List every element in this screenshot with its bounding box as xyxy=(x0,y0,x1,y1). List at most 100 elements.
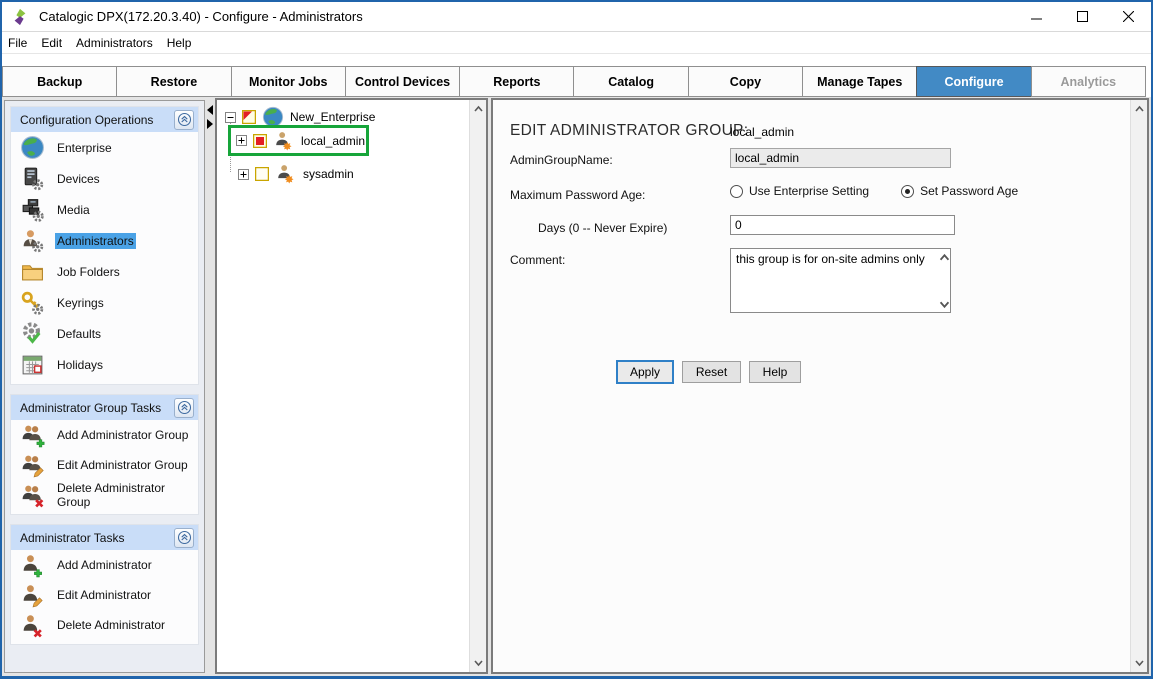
days-label: Days (0 -- Never Expire) xyxy=(538,221,667,235)
sidebar-item-label: Holidays xyxy=(55,357,105,373)
tab-catalog[interactable]: Catalog xyxy=(573,66,688,97)
admin-group-icon xyxy=(275,163,297,185)
sidebar-item-add-administrator[interactable]: Add Administrator xyxy=(11,550,198,580)
edit-admin-group-panel: EDIT ADMINISTRATOR GROUP: local_admin Ad… xyxy=(491,98,1149,674)
gear-check-icon xyxy=(19,321,45,347)
apply-button[interactable]: Apply xyxy=(616,360,674,384)
tab-manage-tapes[interactable]: Manage Tapes xyxy=(802,66,917,97)
sidebar-item-media[interactable]: Media xyxy=(11,194,198,225)
tab-copy[interactable]: Copy xyxy=(688,66,803,97)
admin-group-name-field[interactable] xyxy=(730,148,951,168)
tab-monitor-jobs[interactable]: Monitor Jobs xyxy=(231,66,346,97)
chevron-double-up-icon xyxy=(177,400,192,415)
menu-administrators[interactable]: Administrators xyxy=(76,36,153,50)
menu-bar: File Edit Administrators Help xyxy=(2,32,1151,54)
sidebar-item-add-administrator-group[interactable]: Add Administrator Group xyxy=(11,420,198,450)
sidebar-item-label: Enterprise xyxy=(55,140,114,156)
tree-node-local-admin[interactable]: local_admin xyxy=(236,130,365,152)
tree-checkbox-checked[interactable] xyxy=(253,134,267,148)
sidebar-item-delete-administrator-group[interactable]: Delete Administrator Group xyxy=(11,480,198,510)
panel-splitter[interactable] xyxy=(205,100,215,673)
expand-right-icon[interactable] xyxy=(207,119,213,129)
sidebar-item-keyrings[interactable]: Keyrings xyxy=(11,287,198,318)
minimize-button[interactable] xyxy=(1013,2,1059,31)
tab-backup[interactable]: Backup xyxy=(2,66,117,97)
comment-scroll-up-icon[interactable] xyxy=(939,253,947,261)
menu-edit[interactable]: Edit xyxy=(41,36,62,50)
comment-text[interactable]: this group is for on-site admins only xyxy=(736,252,930,309)
scroll-up-icon[interactable] xyxy=(1135,105,1143,113)
group-edit-icon xyxy=(19,452,45,478)
radio-use-enterprise-setting[interactable]: Use Enterprise Setting xyxy=(730,184,869,198)
form-scrollbar[interactable] xyxy=(1130,100,1147,672)
form-heading-value: local_admin xyxy=(730,125,794,139)
maximize-button[interactable] xyxy=(1059,2,1105,31)
tab-analytics[interactable]: Analytics xyxy=(1031,66,1146,97)
collapse-left-icon[interactable] xyxy=(207,105,213,115)
tree-node-label[interactable]: sysadmin xyxy=(303,167,354,181)
collapse-section-button[interactable] xyxy=(174,528,194,548)
sidebar-item-label: Add Administrator Group xyxy=(55,427,190,443)
main-content: Configuration Operations Enterprise Dev xyxy=(2,97,1151,676)
collapse-section-button[interactable] xyxy=(174,110,194,130)
admin-group-icon xyxy=(273,130,295,152)
tree-node-label[interactable]: local_admin xyxy=(301,134,365,148)
reset-button[interactable]: Reset xyxy=(682,361,741,383)
enterprise-globe-icon xyxy=(19,135,45,161)
form-heading: EDIT ADMINISTRATOR GROUP: xyxy=(510,122,748,140)
highlight-box-local-admin: local_admin xyxy=(228,125,369,156)
comment-scroll-down-icon[interactable] xyxy=(939,300,947,308)
tree-checkbox-partial[interactable] xyxy=(242,110,256,124)
sidebar-item-devices[interactable]: Devices xyxy=(11,163,198,194)
sidebar-item-delete-administrator[interactable]: Delete Administrator xyxy=(11,610,198,640)
help-button[interactable]: Help xyxy=(749,361,801,383)
radio-set-password-age[interactable]: Set Password Age xyxy=(901,184,1018,198)
person-delete-icon xyxy=(19,612,45,638)
folder-icon xyxy=(19,259,45,285)
sidebar-item-administrators[interactable]: Administrators xyxy=(11,225,198,256)
chevron-double-up-icon xyxy=(177,112,192,127)
scroll-down-icon[interactable] xyxy=(1135,659,1143,667)
sidebar-item-job-folders[interactable]: Job Folders xyxy=(11,256,198,287)
radio-checked-icon[interactable] xyxy=(901,185,914,198)
tree-collapse-icon[interactable] xyxy=(225,112,236,123)
sidebar-item-label: Delete Administrator Group xyxy=(55,480,198,510)
max-password-age-label: Maximum Password Age: xyxy=(510,188,645,202)
sidebar-item-defaults[interactable]: Defaults xyxy=(11,318,198,349)
administrators-icon xyxy=(19,228,45,254)
close-button[interactable] xyxy=(1105,2,1151,31)
menu-help[interactable]: Help xyxy=(167,36,192,50)
comment-field[interactable]: this group is for on-site admins only xyxy=(730,248,951,313)
tree-expand-icon[interactable] xyxy=(236,135,247,146)
sidebar-item-enterprise[interactable]: Enterprise xyxy=(11,132,198,163)
section-header: Administrator Tasks xyxy=(11,525,198,550)
tree-node-label[interactable]: New_Enterprise xyxy=(290,110,375,124)
tab-reports[interactable]: Reports xyxy=(459,66,574,97)
tree-checkbox-unchecked[interactable] xyxy=(255,167,269,181)
sidebar-item-label: Edit Administrator Group xyxy=(55,457,190,473)
tab-control-devices[interactable]: Control Devices xyxy=(345,66,460,97)
tab-configure[interactable]: Configure xyxy=(916,66,1031,97)
collapse-section-button[interactable] xyxy=(174,398,194,418)
scroll-down-icon[interactable] xyxy=(474,659,482,667)
max-password-age-options: Use Enterprise Setting Set Password Age xyxy=(730,184,1018,198)
window-controls xyxy=(1013,2,1151,31)
tab-restore[interactable]: Restore xyxy=(116,66,231,97)
radio-icon[interactable] xyxy=(730,185,743,198)
days-field[interactable] xyxy=(730,215,955,235)
group-add-icon xyxy=(19,422,45,448)
tree-node-sysadmin[interactable]: sysadmin xyxy=(238,163,354,185)
scroll-up-icon[interactable] xyxy=(474,105,482,113)
sidebar-item-edit-administrator[interactable]: Edit Administrator xyxy=(11,580,198,610)
chevron-double-up-icon xyxy=(177,530,192,545)
sidebar-item-label: Job Folders xyxy=(55,264,122,280)
tree-expand-icon[interactable] xyxy=(238,169,249,180)
sidebar-item-edit-administrator-group[interactable]: Edit Administrator Group xyxy=(11,450,198,480)
tree-scrollbar[interactable] xyxy=(469,100,486,672)
sidebar-item-label: Add Administrator xyxy=(55,557,154,573)
group-delete-icon xyxy=(19,482,45,508)
sidebar-item-holidays[interactable]: Holidays xyxy=(11,349,198,380)
section-configuration-operations: Configuration Operations Enterprise Dev xyxy=(10,106,199,385)
comment-label: Comment: xyxy=(510,253,565,267)
menu-file[interactable]: File xyxy=(8,36,27,50)
